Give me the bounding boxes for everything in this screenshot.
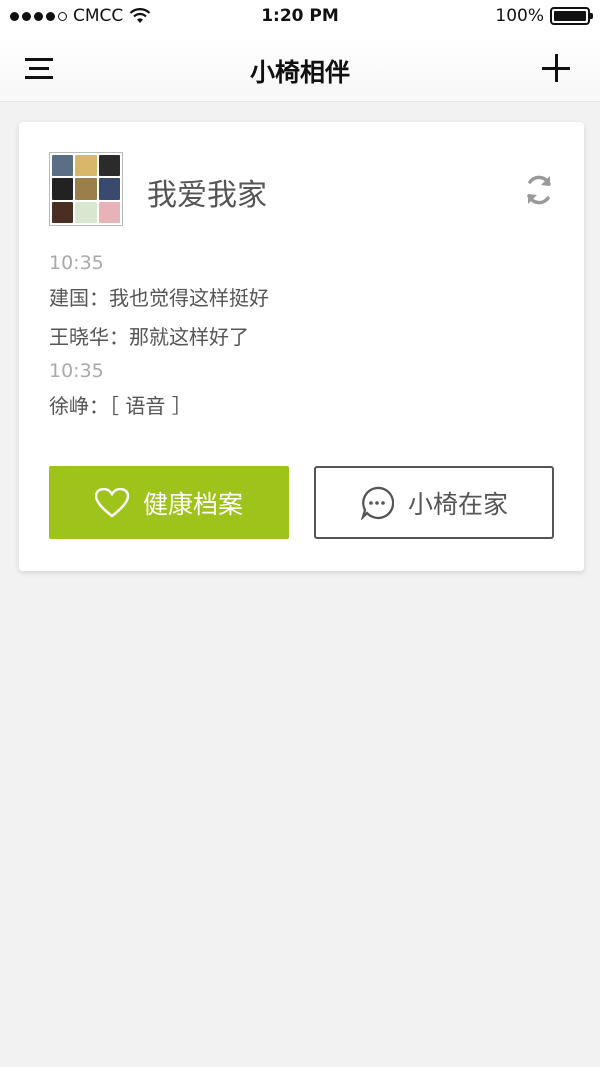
message-time: 10:35: [49, 252, 104, 274]
heart-icon: [94, 487, 129, 518]
message-line: 建国：我也觉得这样挺好: [49, 286, 269, 310]
refresh-icon[interactable]: [522, 170, 556, 210]
message-line: 王晓华：那就这样好了: [49, 325, 249, 349]
battery-info: 100%: [495, 6, 593, 26]
health-record-button[interactable]: 健康档案: [49, 466, 289, 539]
chat-bubble-icon: [360, 486, 394, 520]
group-name: 我爱我家: [147, 178, 267, 213]
nav-bar: 小椅相伴: [0, 36, 600, 102]
health-record-label: 健康档案: [142, 489, 243, 519]
battery-percent: 100%: [495, 6, 544, 26]
message-time: 10:35: [49, 360, 104, 382]
group-avatar: [49, 152, 123, 226]
message-preview: 10:35 建国：我也觉得这样挺好 王晓华：那就这样好了 10:35 徐峥：［ …: [49, 252, 554, 429]
chair-home-label: 小椅在家: [407, 489, 508, 519]
group-card[interactable]: 我爱我家 10:35 建国：我也觉得这样挺好 王晓华：那就这样好了 10:35 …: [19, 122, 584, 571]
status-bar: CMCC 1:20 PM 100%: [0, 0, 600, 36]
chair-home-button[interactable]: 小椅在家: [314, 466, 554, 539]
battery-icon: [550, 7, 593, 25]
message-group: 10:35 建国：我也觉得这样挺好 王晓华：那就这样好了: [49, 252, 554, 350]
message-line: 徐峥：［ 语音 ］: [49, 394, 192, 418]
message-group: 10:35 徐峥：［ 语音 ］: [49, 360, 554, 419]
page-title: 小椅相伴: [249, 58, 350, 87]
plus-icon[interactable]: [542, 54, 570, 82]
